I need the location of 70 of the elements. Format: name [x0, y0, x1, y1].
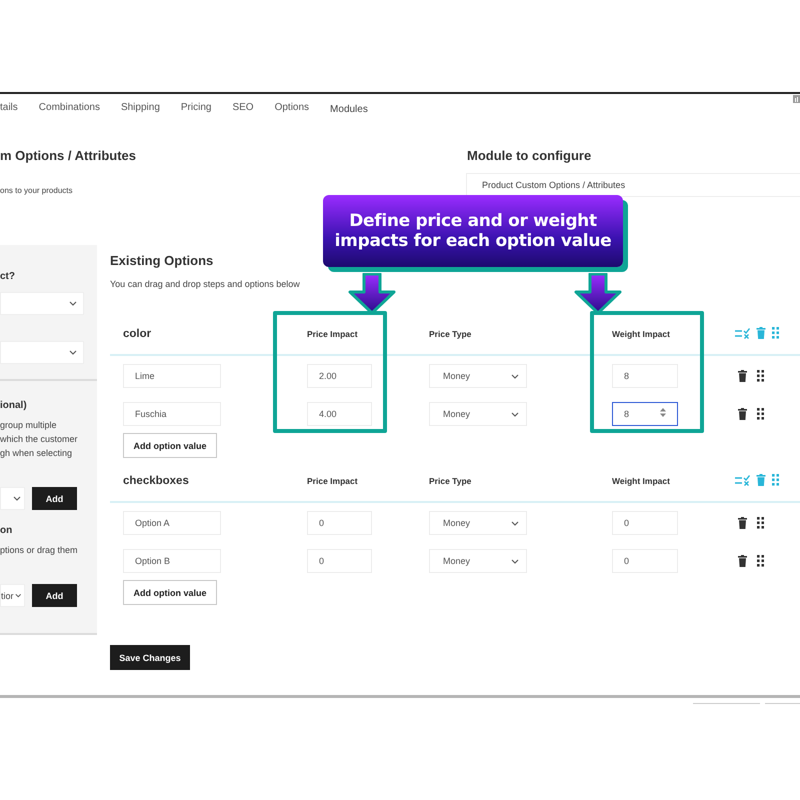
option-name-field[interactable]: Option A: [123, 511, 221, 535]
add-button[interactable]: Add: [32, 584, 77, 607]
chevron-down-icon: [511, 412, 519, 416]
sidebar-heading: ct?: [0, 270, 16, 284]
option-name-field[interactable]: Fuschia: [123, 402, 221, 426]
price-type-dropdown[interactable]: Money: [429, 364, 527, 388]
group-name: checkboxes: [123, 474, 190, 488]
list-check-icon[interactable]: [735, 474, 750, 486]
column-header: Weight Impact: [612, 475, 671, 486]
tab[interactable]: SEO: [232, 102, 254, 114]
chevron-down-icon: [13, 496, 21, 501]
sidebar-dropdown[interactable]: tior: [0, 584, 25, 607]
drag-handle-icon[interactable]: [757, 555, 764, 567]
tab[interactable]: Pricing: [180, 102, 212, 114]
callout-banner: Define price and or weight impacts for each option value: [323, 195, 623, 267]
drag-handle-icon[interactable]: [772, 474, 780, 486]
weight-impact-field[interactable]: 8: [612, 364, 678, 388]
list-check-icon[interactable]: [735, 328, 750, 338]
add-option-value-button[interactable]: Add option value: [123, 433, 217, 458]
chevron-down-icon: [14, 593, 21, 598]
tab[interactable]: Shipping: [120, 102, 160, 114]
weight-impact-field[interactable]: 8: [612, 402, 678, 426]
chevron-down-icon: [511, 520, 519, 526]
trash-icon[interactable]: [738, 555, 747, 567]
spinner-icon[interactable]: [660, 408, 666, 417]
page-description: ons to your products: [0, 186, 74, 196]
section-description: You can drag and drop steps and options below: [110, 279, 301, 290]
tab[interactable]: tails: [0, 102, 18, 114]
column-header: Price Type: [429, 475, 472, 486]
column-header: Price Impact: [307, 475, 359, 486]
trash-icon[interactable]: [738, 370, 747, 382]
drag-handle-icon[interactable]: [772, 327, 780, 339]
tab[interactable]: Combinations: [38, 102, 100, 114]
column-header: Price Impact: [307, 328, 359, 339]
trash-icon[interactable]: [738, 517, 747, 529]
section-heading: Existing Options: [110, 253, 214, 269]
weight-impact-field[interactable]: 0: [612, 549, 678, 573]
price-type-dropdown[interactable]: Money: [429, 402, 527, 426]
add-button[interactable]: Add: [32, 487, 77, 510]
weight-impact-field[interactable]: 0: [612, 511, 678, 535]
help-text: ptions or drag them: [0, 544, 79, 557]
trash-icon[interactable]: [738, 408, 747, 420]
price-impact-field[interactable]: 4.00: [307, 402, 372, 426]
tab[interactable]: Modules: [330, 104, 368, 116]
column-header: Weight Impact: [612, 328, 671, 339]
chevron-down-icon: [69, 350, 77, 355]
bar-chart-icon[interactable]: [793, 95, 800, 103]
chevron-down-icon: [69, 301, 77, 306]
price-type-dropdown[interactable]: Money: [429, 511, 527, 535]
group-name: color: [123, 327, 152, 341]
drag-handle-icon[interactable]: [757, 370, 764, 382]
column-header: Price Type: [429, 328, 472, 339]
price-impact-field[interactable]: 0: [307, 549, 372, 573]
chevron-down-icon: [511, 374, 519, 378]
section-heading: Module to configure: [467, 148, 592, 164]
drag-handle-icon[interactable]: [757, 408, 764, 420]
drag-handle-icon[interactable]: [757, 517, 764, 529]
option-name-field[interactable]: Option B: [123, 549, 221, 573]
tab[interactable]: Options: [274, 102, 310, 114]
add-option-value-button[interactable]: Add option value: [123, 580, 217, 605]
price-type-dropdown[interactable]: Money: [429, 549, 527, 573]
price-impact-field[interactable]: 2.00: [307, 364, 372, 388]
save-changes-button[interactable]: Save Changes: [110, 645, 190, 670]
price-impact-field[interactable]: 0: [307, 511, 372, 535]
option-name-field[interactable]: Lime: [123, 364, 221, 388]
help-text: group multiple which the customer gh when selecting: [0, 419, 79, 460]
sidebar-heading: ional): [0, 399, 28, 413]
chevron-down-icon: [511, 558, 519, 564]
page-title: m Options / Attributes: [0, 148, 138, 164]
sidebar-heading: on: [0, 524, 14, 538]
